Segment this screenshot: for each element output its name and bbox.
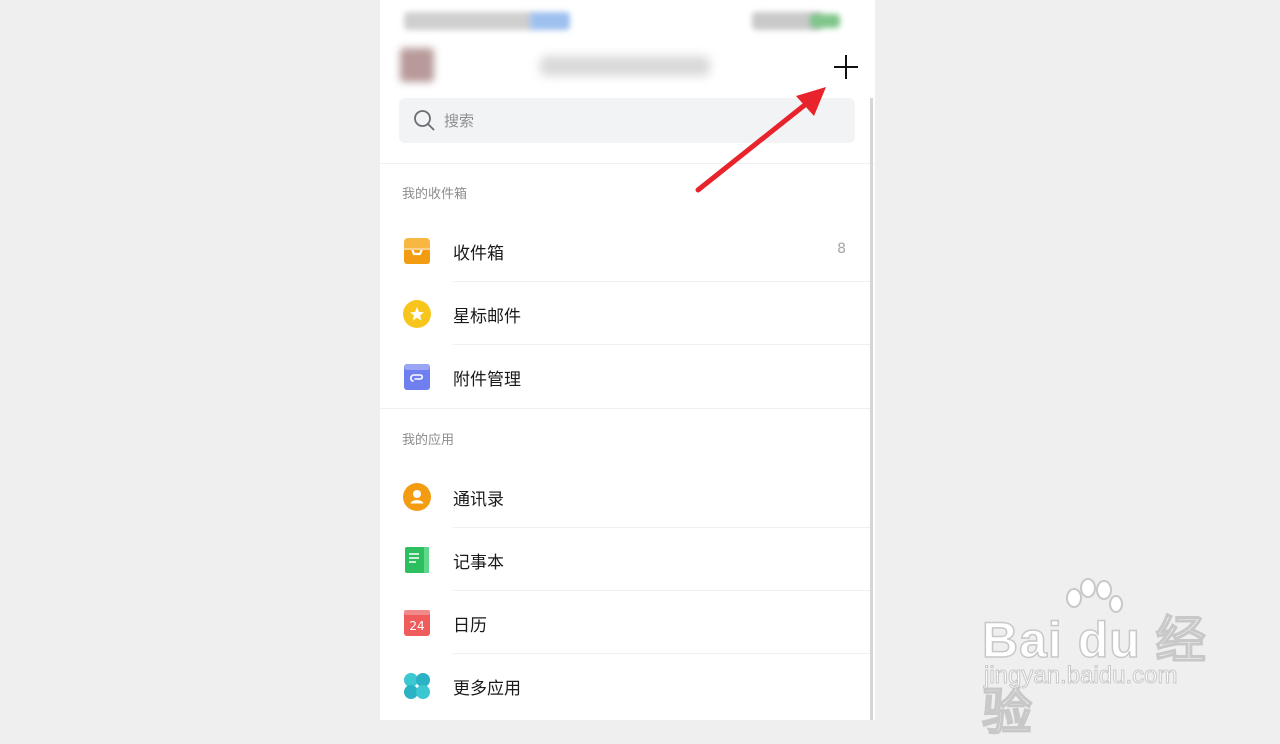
baidu-watermark: Bai du 经验 jingyan.baidu.com <box>980 578 1220 741</box>
watermark-url: jingyan.baidu.com <box>983 662 1178 690</box>
